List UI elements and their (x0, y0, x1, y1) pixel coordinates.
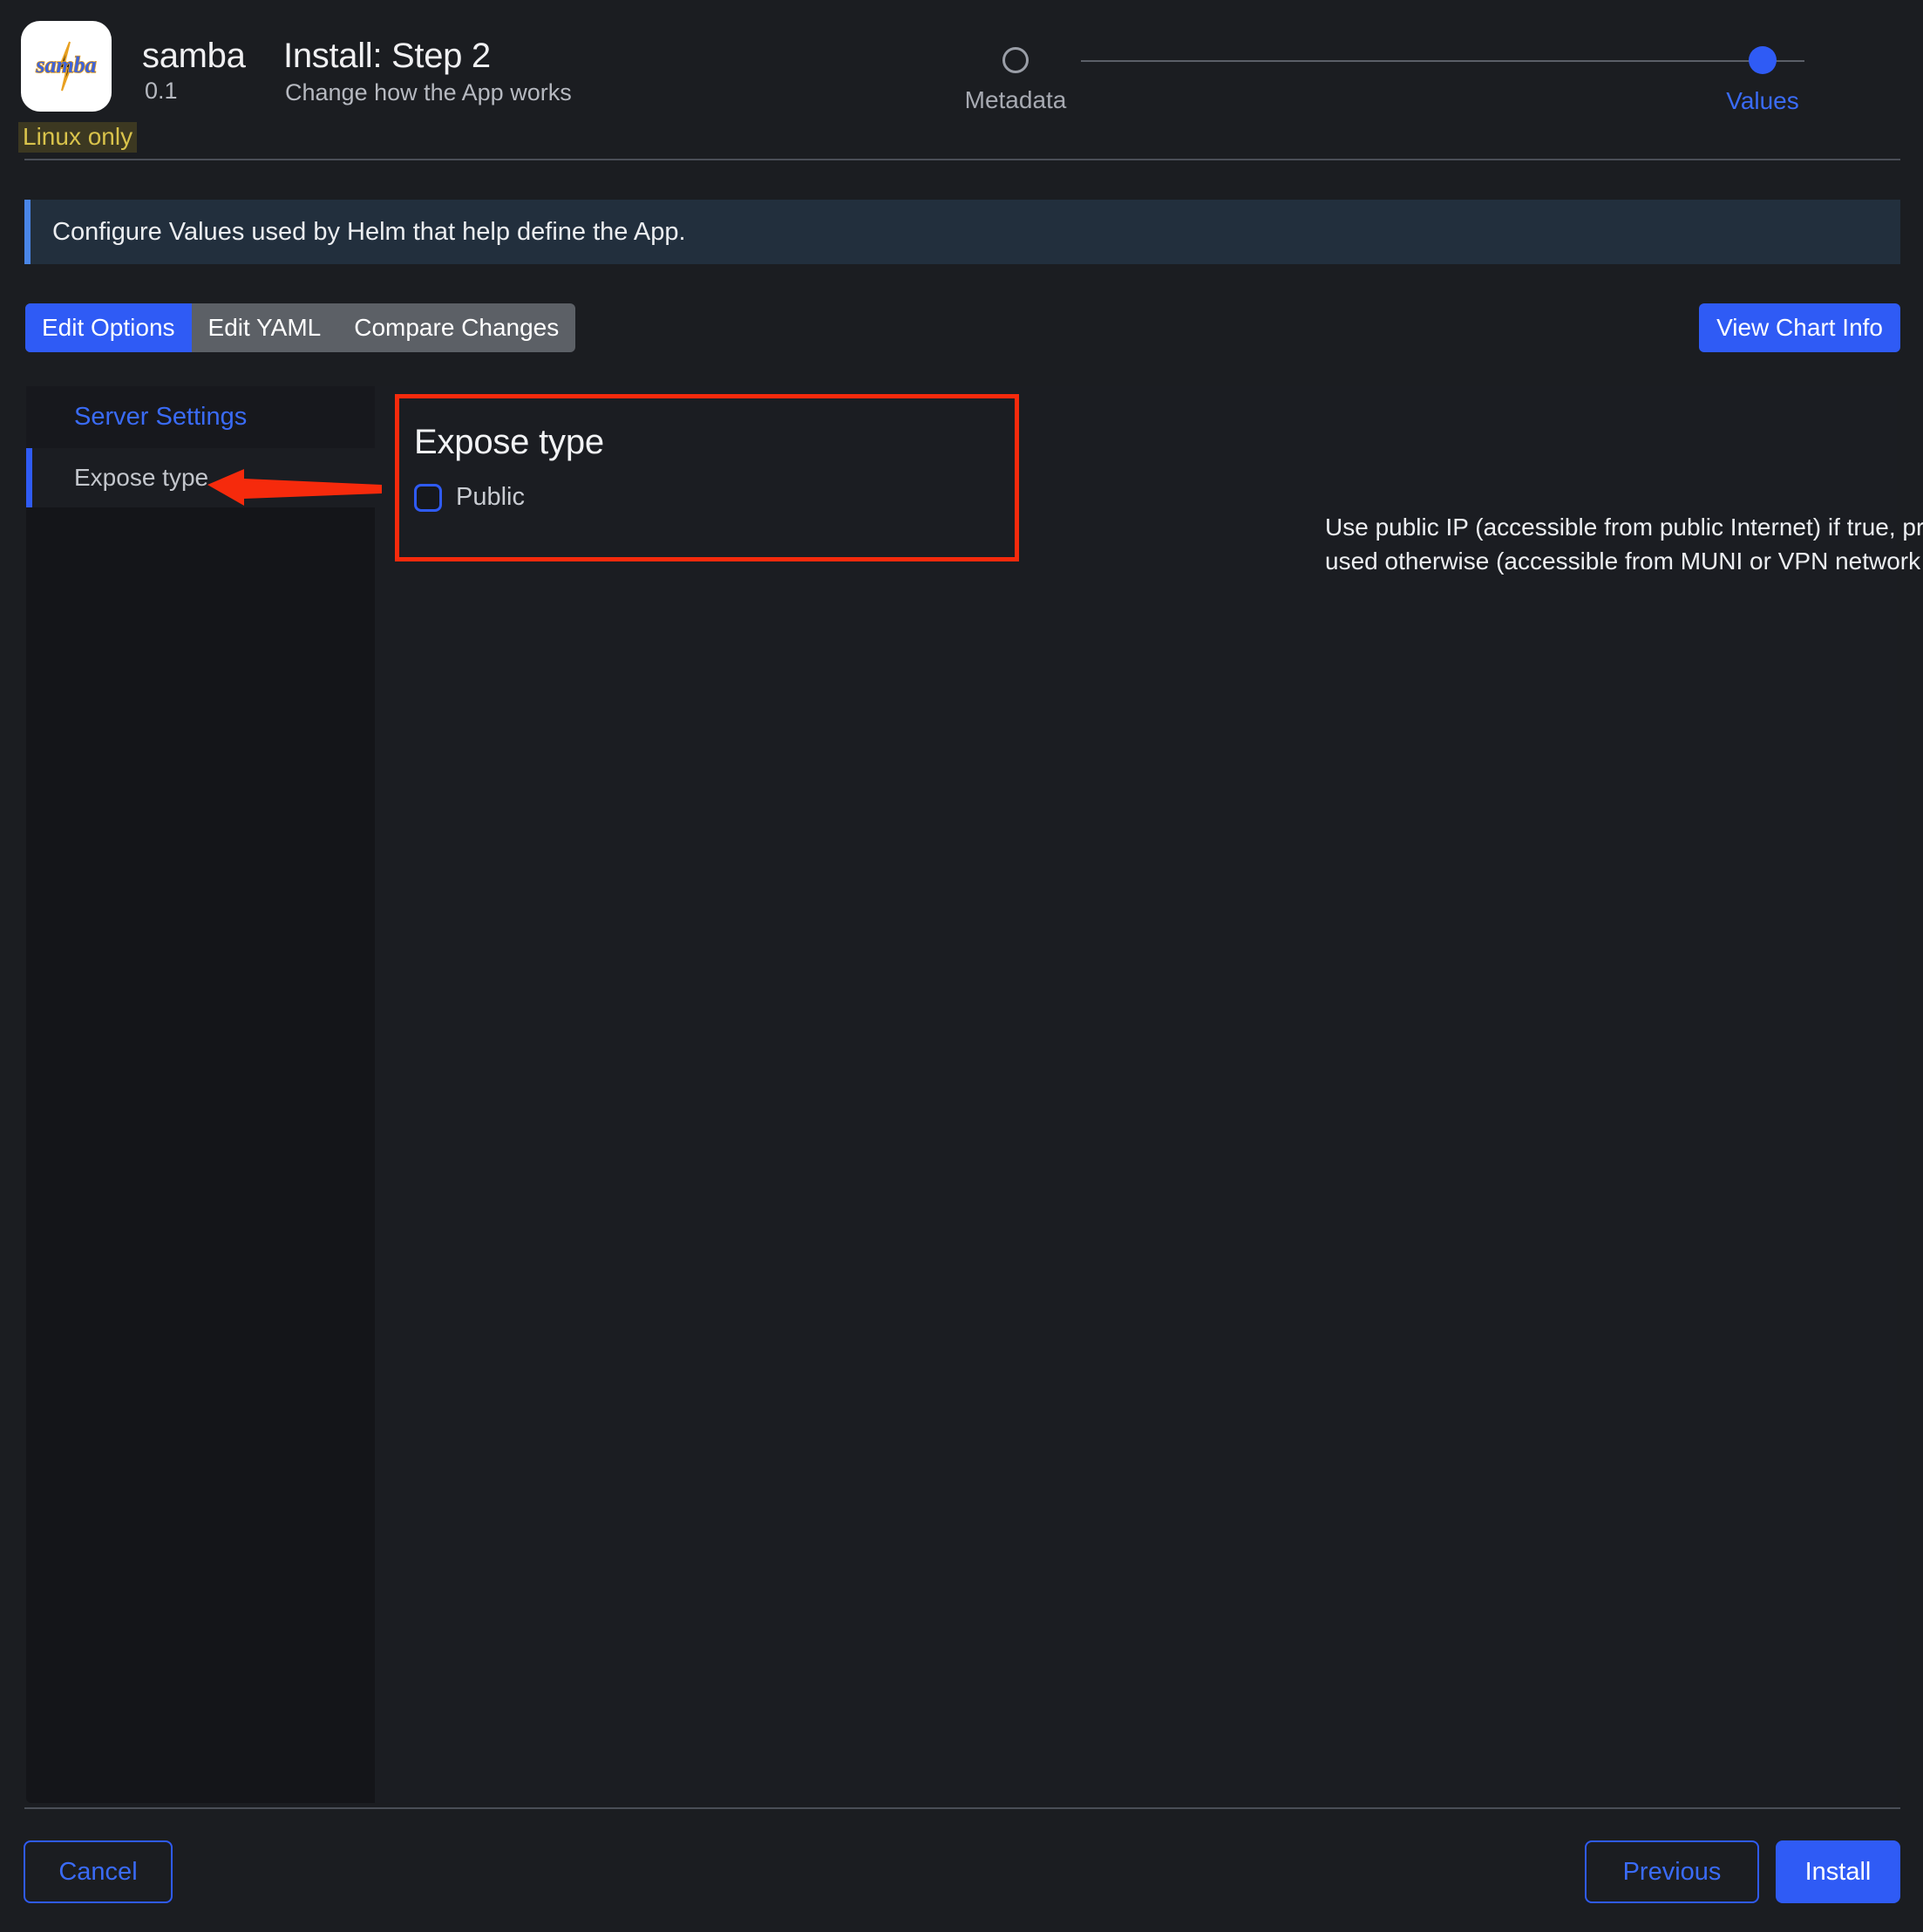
step-values[interactable]: Values (1675, 42, 1850, 115)
tab-edit-options[interactable]: Edit Options (25, 303, 192, 352)
info-banner: Configure Values used by Helm that help … (24, 200, 1900, 264)
step-metadata[interactable]: Metadata (928, 42, 1103, 114)
samba-app-logo: samba (21, 21, 112, 112)
app-name: samba (142, 37, 246, 76)
step-metadata-label: Metadata (928, 86, 1103, 114)
sidebar-group-server-settings[interactable]: Server Settings (26, 386, 375, 448)
page-title: Install: Step 2 (283, 37, 491, 76)
cancel-button[interactable]: Cancel (24, 1840, 173, 1903)
install-button[interactable]: Install (1776, 1840, 1900, 1903)
footer-divider (24, 1807, 1900, 1809)
expose-type-field-group: Expose type Public (395, 397, 1014, 541)
public-checkbox-row[interactable]: Public (414, 483, 995, 512)
settings-main-panel: Expose type Public Use public IP (access… (375, 386, 1897, 1803)
sidebar-item-expose-type[interactable]: Expose type (26, 448, 375, 507)
install-stepper: Metadata Values (1029, 42, 1839, 129)
step-metadata-dot (1002, 47, 1029, 73)
field-title-expose-type: Expose type (414, 423, 995, 462)
checkbox-unchecked-icon[interactable] (414, 484, 442, 512)
tab-edit-yaml[interactable]: Edit YAML (192, 303, 338, 352)
info-banner-text: Configure Values used by Helm that help … (52, 218, 686, 247)
public-checkbox-label: Public (456, 483, 525, 512)
field-description-expose-type: Use public IP (accessible from public In… (1325, 511, 1923, 578)
page-header: samba samba 0.1 Install: Step 2 Change h… (0, 0, 1923, 160)
svg-text:samba: samba (35, 52, 96, 78)
header-divider (24, 159, 1900, 160)
editor-mode-tabs: Edit Options Edit YAML Compare Changes (25, 303, 575, 352)
samba-logo-icon: samba (29, 40, 104, 92)
step-values-label: Values (1675, 87, 1850, 115)
os-compatibility-badge: Linux only (18, 122, 137, 153)
settings-sidebar: Server Settings Expose type (26, 386, 375, 1803)
page-subtitle: Change how the App works (285, 79, 572, 106)
previous-button[interactable]: Previous (1585, 1840, 1759, 1903)
view-chart-info-button[interactable]: View Chart Info (1699, 303, 1900, 352)
step-values-dot (1749, 46, 1777, 74)
app-version: 0.1 (145, 78, 178, 105)
tab-compare-changes[interactable]: Compare Changes (337, 303, 575, 352)
